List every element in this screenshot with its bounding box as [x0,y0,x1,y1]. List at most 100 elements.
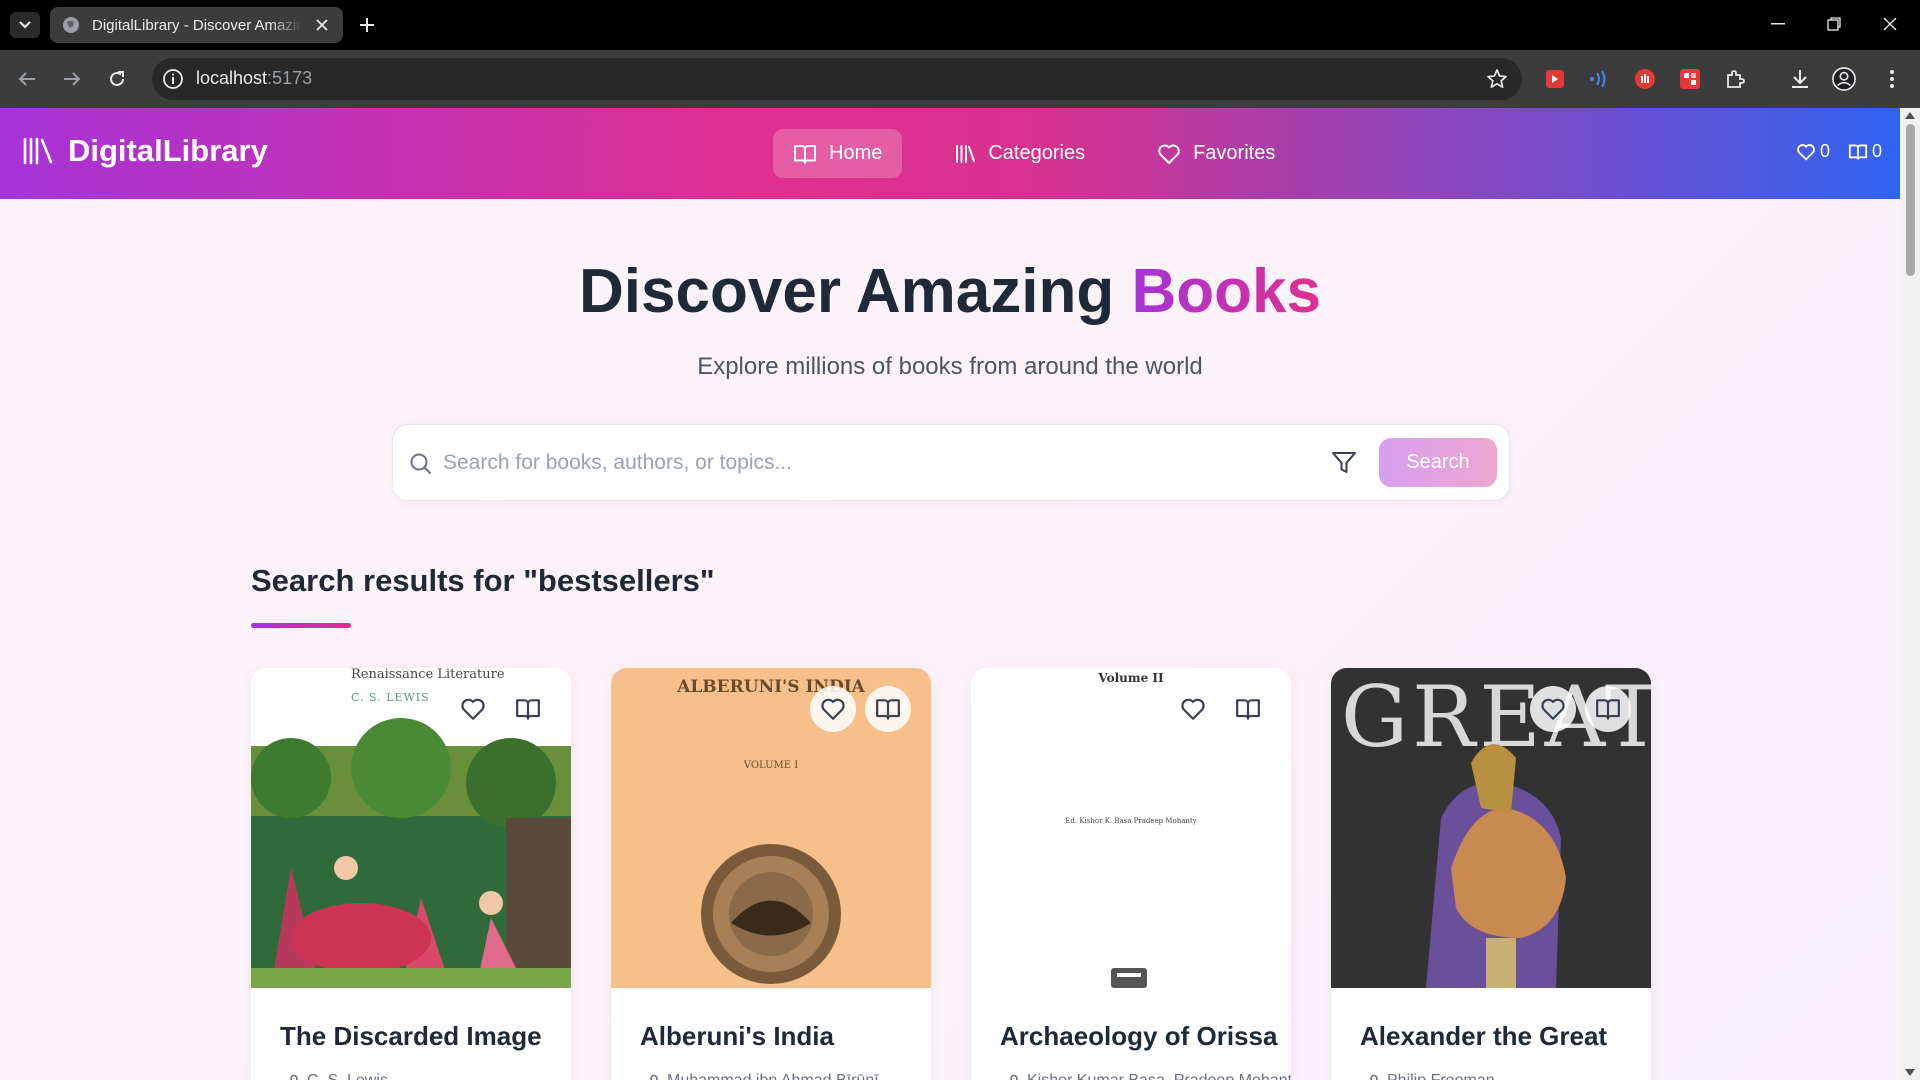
nav-categories[interactable]: Categories [934,129,1105,178]
book-card[interactable]: Renaissance Literature C. S. LEWIS The D… [251,668,571,1080]
restore-icon [1827,17,1841,31]
site-info-icon[interactable] [162,68,184,90]
brand-logo[interactable]: DigitalLibrary [22,133,268,169]
extension-red-icon[interactable] [1543,67,1567,91]
chevron-down-icon [19,21,31,29]
reload-button[interactable] [102,64,132,94]
book-author-name: Muhammad ibn Ahmad Bīrūnī [667,1072,879,1080]
user-icon [650,1074,658,1080]
book-card[interactable]: ALBERUNI'S INDIA VOLUME I Alberuni's Ind… [611,668,931,1080]
read-button[interactable] [1585,686,1631,732]
favorite-button[interactable] [1170,686,1216,732]
address-bar[interactable]: localhost:5173 [152,58,1522,100]
book-open-icon [516,699,540,720]
book-title[interactable]: Archaeology of Orissa [1000,1021,1277,1052]
hero-title-main: Discover Amazing [579,257,1132,326]
browser-toolbar: localhost:5173 [0,50,1920,108]
heart-icon [1158,144,1180,164]
book-title[interactable]: Alberuni's India [640,1021,834,1052]
browser-tab-active[interactable]: DigitalLibrary - Discover Amazing Books [50,7,343,43]
book-author: Muhammad ibn Ahmad Bīrūnī [647,1072,879,1080]
close-icon [1883,17,1897,31]
card-actions [801,686,911,732]
search-input[interactable] [443,443,1283,483]
hero-title: Discover Amazing Books [0,256,1900,327]
minimize-icon [1771,23,1785,25]
header-counters: 0 0 [1778,141,1882,162]
browser-tabstrip: DigitalLibrary - Discover Amazing Books [0,0,1920,50]
heart-icon [1797,143,1815,161]
read-button[interactable] [865,686,911,732]
new-tab-button[interactable] [354,12,380,38]
book-author-name: C. S. Lewis [307,1072,388,1080]
profile-avatar-icon[interactable] [1832,67,1856,91]
read-button[interactable] [505,686,551,732]
heading-underline [251,623,351,628]
extension-puzzle-red-icon[interactable] [1678,67,1702,91]
book-open-icon [794,144,816,164]
url-port: :5173 [267,68,313,88]
tab-title: DigitalLibrary - Discover Amazing Books [92,16,302,34]
hero-subtitle: Explore millions of books from around th… [697,353,1203,380]
download-icon[interactable] [1788,67,1812,91]
nav-home[interactable]: Home [773,129,903,178]
nav-favorites-label: Favorites [1193,142,1276,164]
tab-search-button[interactable] [10,12,40,38]
book-title[interactable]: Alexander the Great [1360,1021,1607,1052]
cover-text-sub: C. S. LEWIS [351,691,430,704]
results-heading: Search results for "bestsellers" [251,563,715,598]
scroll-down-arrow[interactable] [1905,1069,1915,1076]
book-author: Philip Freeman [1367,1072,1495,1080]
page-viewport: DigitalLibrary Home Categories Favorites… [0,108,1900,1080]
book-author: C. S. Lewis [287,1072,388,1080]
card-actions [1521,686,1631,732]
user-icon [290,1074,298,1080]
app-header: DigitalLibrary Home Categories Favorites… [0,108,1900,199]
user-icon [1010,1074,1018,1080]
scroll-up-arrow[interactable] [1905,112,1915,119]
reading-list-counter[interactable]: 0 [1848,141,1882,162]
nav-categories-label: Categories [988,142,1086,164]
scroll-thumb[interactable] [1906,124,1915,276]
card-actions [1161,686,1271,732]
browser-menu-icon[interactable] [1880,67,1904,91]
forward-button[interactable] [57,64,87,94]
cover-text-top: Renaissance Literature [351,668,505,682]
book-open-icon [876,699,900,720]
extensions-puzzle-icon[interactable] [1723,67,1747,91]
favorites-counter[interactable]: 0 [1796,141,1830,162]
favorite-button[interactable] [810,686,856,732]
read-button[interactable] [1225,686,1271,732]
close-tab-icon[interactable] [313,16,331,34]
library-icon [23,137,53,165]
page-scrollbar[interactable] [1900,108,1920,1080]
extension-wave-icon[interactable] [1587,67,1611,91]
minimize-window-button[interactable] [1750,0,1806,48]
extension-hand-icon[interactable] [1633,67,1657,91]
plus-icon [360,18,374,32]
user-icon [1370,1074,1378,1080]
search-button[interactable]: Search [1379,438,1497,487]
globe-icon [63,17,79,33]
restore-window-button[interactable] [1806,0,1862,48]
book-title[interactable]: The Discarded Image [280,1021,542,1052]
book-card[interactable]: Volume II Ed. Kishor K. Basa Pradeep Moh… [971,668,1291,1080]
search-bar: Search [392,424,1510,501]
favorite-button[interactable] [450,686,496,732]
hero-title-accent: Books [1131,257,1321,326]
close-window-button[interactable] [1862,0,1918,48]
main-nav: Home Categories Favorites [773,129,1327,178]
cover-text-top: Volume II [1097,671,1164,685]
nav-favorites[interactable]: Favorites [1137,129,1295,178]
filter-icon[interactable] [1331,451,1357,475]
book-open-icon [1236,699,1260,720]
favorite-button[interactable] [1530,686,1576,732]
arrow-right-icon [64,72,81,86]
back-button[interactable] [12,64,42,94]
book-author-name: Philip Freeman [1387,1072,1495,1080]
book-card[interactable]: GREAT Alexander the Great Philip Freeman [1331,668,1651,1080]
reload-icon [110,71,124,86]
bookmark-star-icon[interactable] [1486,68,1508,90]
brand-name: DigitalLibrary [68,133,268,168]
url-host: localhost [196,68,268,88]
